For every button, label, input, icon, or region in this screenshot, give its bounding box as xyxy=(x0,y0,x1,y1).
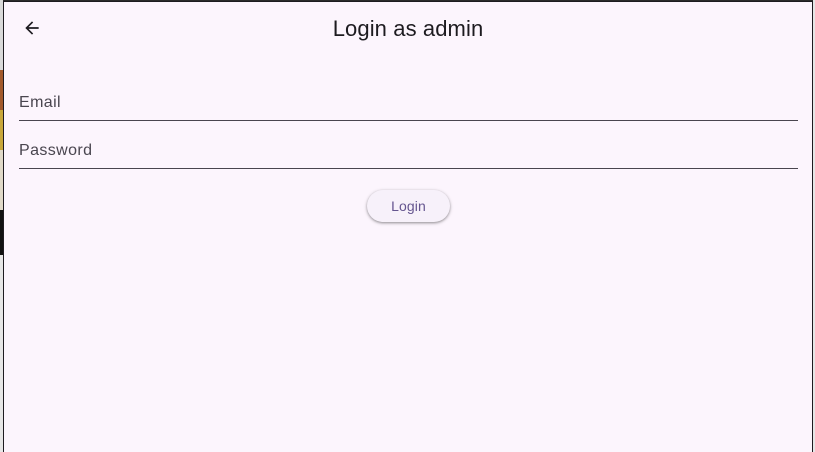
email-input[interactable] xyxy=(19,73,798,120)
password-input[interactable] xyxy=(19,121,798,168)
app-bar: Login as admin xyxy=(4,2,812,58)
app-window: Login as admin Login xyxy=(3,1,813,452)
page-title: Login as admin xyxy=(332,16,484,41)
password-field[interactable] xyxy=(19,121,798,169)
login-button[interactable]: Login xyxy=(367,190,450,222)
email-field[interactable] xyxy=(19,73,798,121)
